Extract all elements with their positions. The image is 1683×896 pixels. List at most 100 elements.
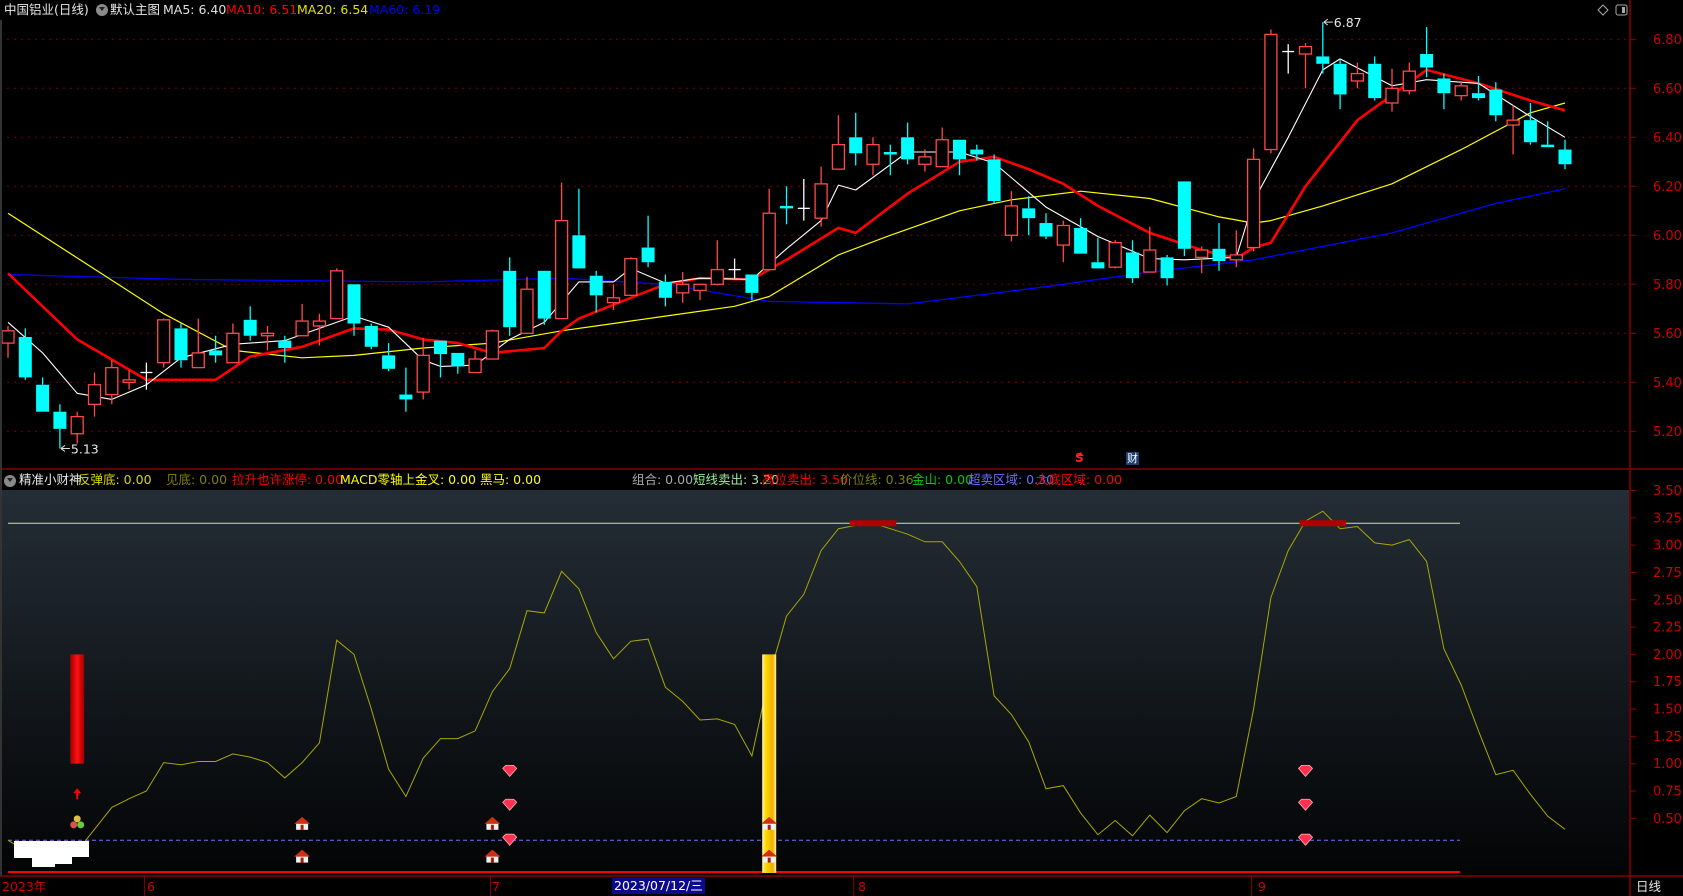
indicator-name[interactable]: 精准小财神 [19, 472, 82, 488]
s-signal-marker[interactable]: S [1075, 451, 1084, 465]
candle-body-up [157, 319, 171, 364]
indicator-value-dark-horse: 黑马: 0.00 [480, 472, 542, 487]
candle [1437, 73, 1451, 110]
candle [710, 240, 724, 286]
candle-body-down [243, 319, 257, 336]
candle [814, 166, 828, 227]
price-tick-label: 5.40 [1653, 376, 1682, 391]
candle-body-up [416, 354, 430, 393]
indicator-tick-label: 2.50 [1653, 593, 1682, 608]
candle [797, 178, 810, 221]
candle-body-down [780, 205, 793, 209]
indicator-tick-label: 2.75 [1653, 566, 1682, 581]
dropdown-circle-icon[interactable] [96, 4, 108, 16]
candle-body-up [87, 384, 102, 406]
indicator-background [0, 490, 1629, 874]
candle-body-down [589, 275, 603, 296]
candle-body-down [1523, 120, 1537, 143]
candle-body-up [295, 320, 309, 337]
ma20-line [7, 102, 1566, 359]
candle-body-down [1368, 63, 1382, 99]
panel-toggle-icon[interactable] [1615, 4, 1628, 16]
ma60-value: MA60: 6.19 [369, 2, 441, 17]
candle-body-up [1004, 205, 1019, 236]
candle-body-down [1541, 144, 1555, 148]
x-axis-year: 2023年 [2, 879, 47, 894]
candle [589, 270, 603, 313]
candle-body-up [1229, 254, 1243, 261]
candle-body-up [1143, 249, 1157, 273]
candle [226, 323, 240, 364]
candle [18, 328, 32, 380]
candle [209, 335, 223, 363]
candle-body-up [1195, 249, 1209, 258]
candle [1195, 246, 1209, 274]
price-tick-label: 6.60 [1653, 82, 1682, 97]
candle [935, 127, 949, 168]
x-axis-month-8: 8 [858, 879, 866, 894]
candle [1333, 58, 1347, 110]
candle-body-up [520, 288, 534, 334]
candle-body-up [226, 332, 240, 364]
indicator-tick-label: 3.25 [1653, 511, 1682, 526]
candle-body-down [434, 340, 447, 355]
template-selector[interactable]: 默认主图 [110, 2, 160, 18]
indicator-value-price-line: 价位线: 0.36 [840, 472, 914, 487]
candle-body-down [953, 139, 966, 160]
candle-body-up [1, 330, 15, 344]
candle [554, 182, 569, 320]
candle-body-up [693, 283, 707, 292]
candle-body-down [537, 270, 551, 319]
house-door [490, 824, 494, 830]
candle [1282, 44, 1295, 74]
candle-body-down [1091, 262, 1105, 269]
candle-body-down [209, 350, 223, 356]
candle [953, 139, 966, 176]
candle-body-down [36, 384, 50, 412]
candle-body-down [1333, 63, 1347, 95]
candle-body-up [105, 366, 119, 396]
candle [1350, 62, 1365, 89]
candle-body-down [503, 270, 517, 328]
candle-body-down [641, 247, 655, 263]
candle [53, 404, 67, 449]
candle [382, 343, 396, 372]
candle-body-up [676, 283, 690, 294]
candle-body-up [831, 143, 846, 170]
candle-body-down [174, 328, 188, 361]
candle [1160, 254, 1174, 286]
price-tick-label: 6.80 [1653, 33, 1682, 48]
candle-body-up [468, 358, 482, 374]
candle [1506, 105, 1520, 155]
candle [866, 137, 880, 176]
indicator-tick-label: 1.75 [1653, 675, 1682, 690]
finance-marker[interactable]: 财 [1126, 452, 1139, 465]
candle-body-up [1402, 70, 1416, 92]
candle-body-down [849, 137, 863, 154]
candle-body-up [1454, 85, 1468, 97]
candle [1541, 121, 1555, 148]
stock-title[interactable]: 中国铝业(日线) [4, 2, 89, 18]
diamond-icon[interactable] [1597, 4, 1609, 16]
candle [537, 270, 551, 325]
candle-body-down [1489, 89, 1503, 116]
ball-red [70, 821, 78, 829]
sell-signal-mark [849, 520, 897, 527]
candle [1472, 76, 1485, 101]
candle-body-up [710, 268, 724, 285]
indicator-tick-label: 0.50 [1653, 812, 1682, 827]
period-selector[interactable]: 日线 [1636, 879, 1661, 895]
indicator-dropdown-icon[interactable] [4, 475, 16, 487]
candle [728, 258, 741, 279]
candle [1558, 139, 1572, 170]
price-tick-label: 5.80 [1653, 278, 1682, 293]
candle-body-up [1298, 46, 1313, 55]
price-tick-label: 6.40 [1653, 131, 1682, 146]
candle [1108, 240, 1122, 269]
candle-body-up [1350, 72, 1365, 82]
candle-body-down [1316, 56, 1330, 64]
candle-body-down [1074, 227, 1088, 254]
indicator-tick-label: 0.75 [1653, 785, 1682, 800]
candle [987, 154, 1001, 204]
stock-chart[interactable]: 6.80 6.60 6.40 6.20 6.00 5.80 5.60 5.40 5.20 3.50… [0, 0, 1683, 896]
